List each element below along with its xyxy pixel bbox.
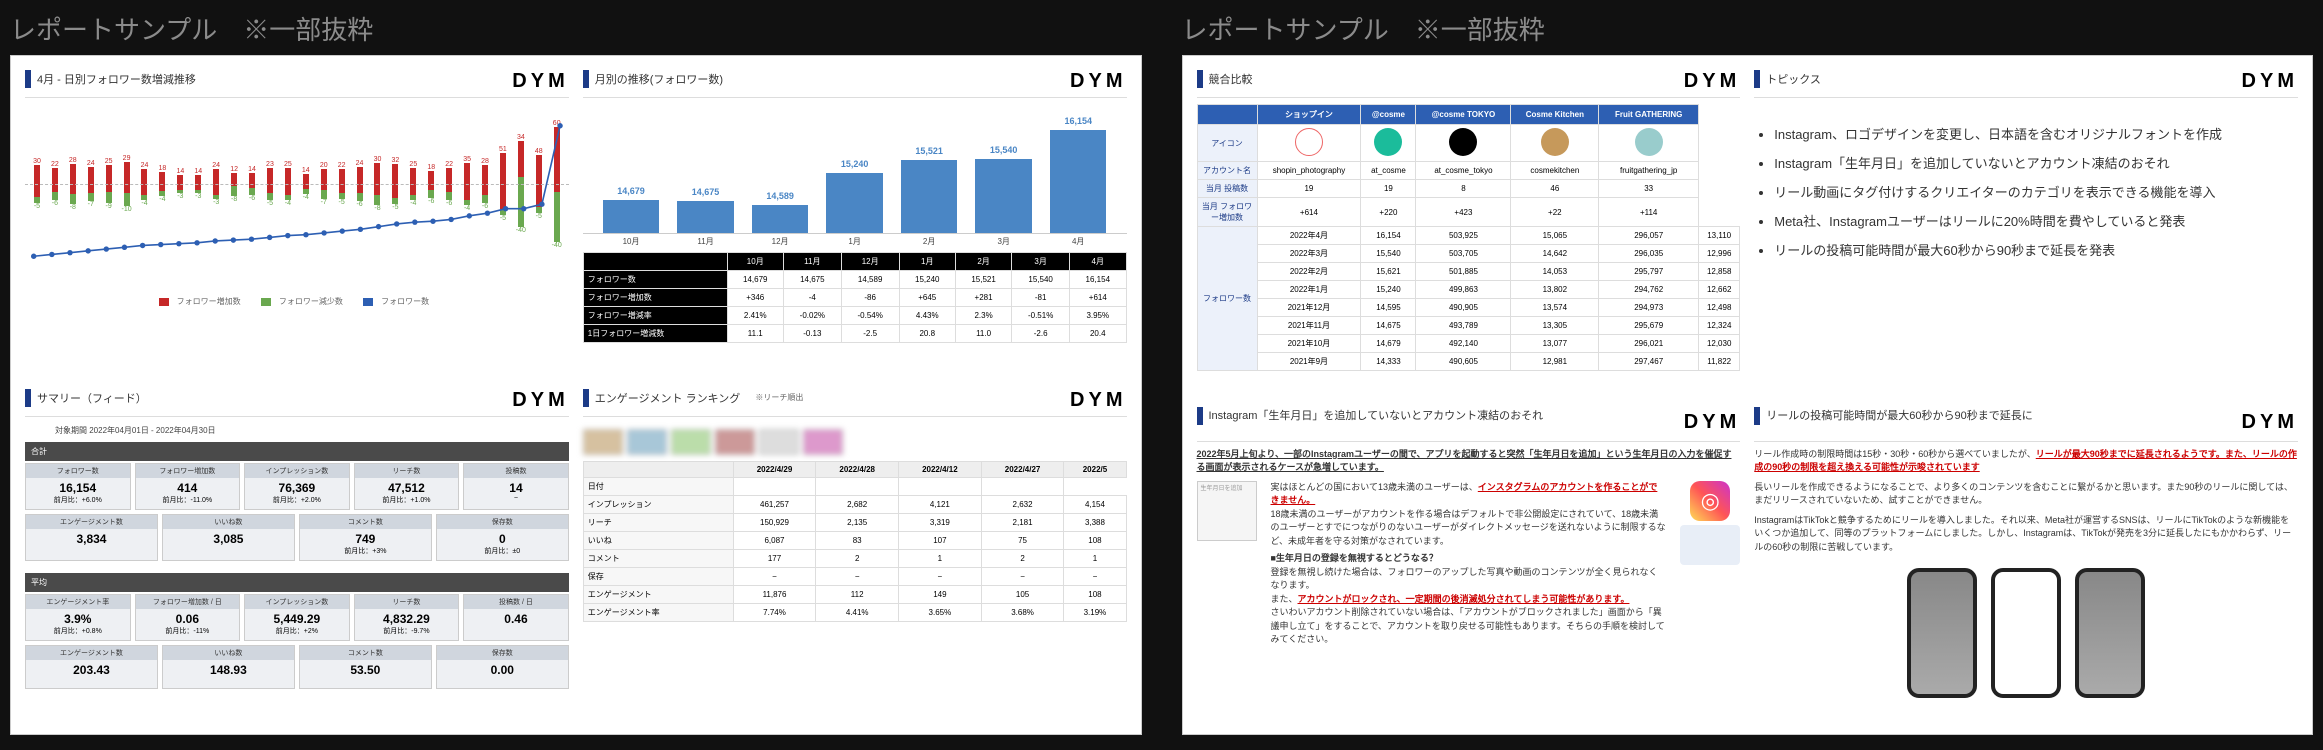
panel-engagement-ranking: エンゲージメント ランキング ※リーチ順出 DYM 2022/4/292022/… xyxy=(583,389,1127,721)
topic-item: Instagram、ロゴデザインを変更し、日本語を含むオリジナルフォントを作成 xyxy=(1774,124,2298,143)
badge-total: 合計 xyxy=(25,442,569,461)
brand-logo: DYM xyxy=(2242,407,2298,437)
kpi-card: 保存数0前月比：±0 xyxy=(436,514,569,561)
kpi-card: コメント数749前月比：+3% xyxy=(299,514,432,561)
kpi-card: フォロワー数16,154前月比：+6.0% xyxy=(25,463,131,510)
brand-logo: DYM xyxy=(2242,70,2298,93)
topic-item: Instagram「生年月日」を追加していないとアカウント凍結のおそれ xyxy=(1774,153,2298,172)
screenshot-placeholder: 生年月日を追加 xyxy=(1197,481,1257,541)
brand-logo: DYM xyxy=(1684,407,1740,437)
kpi-card: エンゲージメント率3.9%前月比：+0.8% xyxy=(25,594,131,641)
brand-logo: DYM xyxy=(1070,70,1126,93)
kpi-card: 投稿数 / 日0.46 xyxy=(463,594,569,641)
chart-legend: フォロワー増加数 フォロワー減少数 フォロワー数 xyxy=(25,296,569,307)
kpi-card: インプレッション数76,369前月比：+2.0% xyxy=(244,463,350,510)
brand-logo: DYM xyxy=(1684,70,1740,93)
blurred-thumbnail-row xyxy=(583,429,1127,455)
phone-mockup xyxy=(1907,568,1977,698)
panel-title: 競合比較 xyxy=(1209,71,1253,87)
panel-summary-feed: サマリー（フィード） DYM 対象期間 2022年04月01日 - 2022年0… xyxy=(25,389,569,721)
brand-logo: DYM xyxy=(512,389,568,412)
panel-reel-article: リールの投稿可能時間が最大60秒から90秒まで延長に DYM リール作成時の制限… xyxy=(1754,407,2298,720)
accent-bar xyxy=(25,70,31,88)
panel-daily-followers: 4月 - 日別フォロワー数増減推移 DYM 30-522-628-824-725… xyxy=(25,70,569,375)
phone-mockup xyxy=(1991,568,2061,698)
panel-title: リールの投稿可能時間が最大60秒から90秒まで延長に xyxy=(1766,408,2032,425)
section-title-right: レポートサンプル ※一部抜粋 xyxy=(1182,10,2314,47)
kpi-card: フォロワー増加数414前月比：-11.0% xyxy=(135,463,241,510)
monthly-table: 10月11月12月1月2月3月4月フォロワー数14,67914,67514,58… xyxy=(583,252,1127,343)
panel-title: 4月 - 日別フォロワー数増減推移 xyxy=(37,71,196,87)
topic-item: リールの投稿可能時間が最大60秒から90秒まで延長を発表 xyxy=(1774,240,2298,259)
kpi-card: エンゲージメント数3,834 xyxy=(25,514,158,561)
period-value: 2022年04月01日 - 2022年04月30日 xyxy=(89,426,215,435)
instagram-icon: ◎ xyxy=(1690,481,1730,521)
kpi-card: リーチ数47,512前月比：+1.0% xyxy=(354,463,460,510)
badge-avg: 平均 xyxy=(25,573,569,592)
panel-title: エンゲージメント ランキング xyxy=(595,390,741,406)
report-sheet-1: 4月 - 日別フォロワー数増減推移 DYM 30-522-628-824-725… xyxy=(10,55,1142,735)
panel-monthly-followers: 月別の推移(フォロワー数) DYM 14,67910月14,67511月14,5… xyxy=(583,70,1127,375)
competitor-table: ショップイン@cosme@cosme TOKYOCosme KitchenFru… xyxy=(1197,104,1741,371)
engagement-table: 2022/4/292022/4/282022/4/122022/4/272022… xyxy=(583,461,1127,622)
panel-birthday-article: Instagram「生年月日」を追加していないとアカウント凍結のおそれ DYM … xyxy=(1197,407,1741,720)
brand-logo: DYM xyxy=(1070,389,1126,412)
article-lead: 2022年5月上旬より、一部のInstagramユーザーの間で、アプリを起動する… xyxy=(1197,448,1741,475)
kpi-card: フォロワー増加数 / 日0.06前月比：-11% xyxy=(135,594,241,641)
people-illustration xyxy=(1680,525,1740,565)
monthly-follower-chart: 14,67910月14,67511月14,58912月15,2401月15,52… xyxy=(583,104,1127,234)
kpi-card: 保存数0.00 xyxy=(436,645,569,689)
panel-competitor: 競合比較 DYM ショップイン@cosme@cosme TOKYOCosme K… xyxy=(1197,70,1741,393)
panel-topics: トピックス DYM Instagram、ロゴデザインを変更し、日本語を含むオリジ… xyxy=(1754,70,2298,393)
topic-item: Meta社、Instagramユーザーはリールに20%時間を費やしていると発表 xyxy=(1774,211,2298,230)
topic-item: リール動画にタグ付けするクリエイターのカテゴリを表示できる機能を導入 xyxy=(1774,182,2298,201)
daily-follower-chart: 30-522-628-824-725-929-1024-418-414-314-… xyxy=(25,104,569,294)
phone-mockup xyxy=(2075,568,2145,698)
report-sheet-2: 競合比較 DYM ショップイン@cosme@cosme TOKYOCosme K… xyxy=(1182,55,2314,735)
kpi-card: いいね数148.93 xyxy=(162,645,295,689)
period-label: 対象期間 xyxy=(55,426,87,435)
panel-title: トピックス xyxy=(1766,71,1821,87)
brand-logo: DYM xyxy=(512,70,568,93)
kpi-card: コメント数53.50 xyxy=(299,645,432,689)
topics-list: Instagram、ロゴデザインを変更し、日本語を含むオリジナルフォントを作成 I… xyxy=(1754,124,2298,269)
panel-title: Instagram「生年月日」を追加していないとアカウント凍結のおそれ xyxy=(1209,408,1544,425)
kpi-card: エンゲージメント数203.43 xyxy=(25,645,158,689)
kpi-card: 投稿数14− xyxy=(463,463,569,510)
panel-title: 月別の推移(フォロワー数) xyxy=(595,71,723,87)
panel-title: サマリー（フィード） xyxy=(37,390,147,406)
kpi-card: いいね数3,085 xyxy=(162,514,295,561)
section-title-left: レポートサンプル ※一部抜粋 xyxy=(10,10,1142,47)
kpi-card: リーチ数4,832.29前月比：-9.7% xyxy=(354,594,460,641)
kpi-card: インプレッション数5,449.29前月比：+2% xyxy=(244,594,350,641)
